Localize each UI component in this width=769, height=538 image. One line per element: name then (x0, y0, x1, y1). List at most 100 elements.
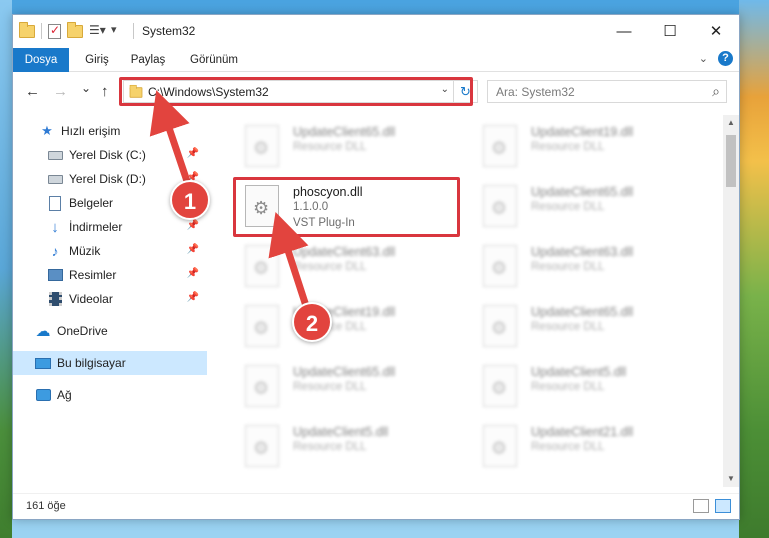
sidebar-item-network[interactable]: Ağ (13, 383, 207, 407)
music-icon: ♪ (51, 243, 59, 259)
list-item[interactable]: UpdateClient65.dll Resource DLL (233, 117, 463, 173)
tab-share[interactable]: Paylaş (123, 48, 173, 72)
sidebar-item-this-pc[interactable]: Bu bilgisayar (13, 351, 207, 375)
file-name: UpdateClient65.dll (531, 305, 634, 319)
sidebar-item-label: Müzik (69, 244, 101, 258)
sidebar-item-label: Videolar (69, 292, 113, 306)
file-type: Resource DLL (531, 141, 605, 153)
details-view-icon[interactable] (693, 499, 709, 513)
view-switcher (693, 499, 731, 513)
sidebar-item-disk-c[interactable]: Yerel Disk (C:) 📌 (13, 143, 207, 167)
explorer-window: ☰▾ ▾ System32 — ☐ ✕ Dosya Giriş Paylaş G… (12, 14, 740, 520)
download-icon: ↓ (51, 218, 59, 236)
list-item[interactable]: UpdateClient63.dll Resource DLL (471, 237, 701, 293)
pin-icon[interactable]: 📌 (187, 148, 199, 159)
divider (133, 23, 134, 39)
sidebar-item-pictures[interactable]: Resimler 📌 (13, 263, 207, 287)
customize-toolbar-icon[interactable]: ☰▾ (89, 23, 106, 39)
computer-icon (35, 355, 51, 371)
dll-file-icon (245, 305, 279, 347)
network-icon (35, 387, 51, 403)
dll-file-icon (245, 125, 279, 167)
tab-home[interactable]: Giriş (77, 48, 117, 72)
file-type: Resource DLL (293, 441, 367, 453)
tiles-view-icon[interactable] (715, 499, 731, 513)
sidebar-item-label: Hızlı erişim (61, 124, 121, 138)
sidebar-item-videos[interactable]: Videolar 📌 (13, 287, 207, 311)
sidebar-item-onedrive[interactable]: ☁ OneDrive (13, 319, 207, 343)
search-icon[interactable]: ⌕ (712, 83, 720, 100)
file-name: UpdateClient65.dll (293, 365, 396, 379)
pin-icon[interactable]: 📌 (187, 292, 199, 303)
desktop-background-right (739, 0, 769, 538)
file-type: Resource DLL (293, 261, 367, 273)
maximize-button[interactable]: ☐ (647, 15, 693, 47)
list-item[interactable]: UpdateClient5.dll Resource DLL (233, 417, 463, 473)
file-type: Resource DLL (531, 321, 605, 333)
star-icon: ★ (41, 123, 53, 138)
tab-file[interactable]: Dosya (13, 48, 69, 72)
expand-ribbon-icon[interactable]: ⌄ (699, 52, 708, 65)
pin-icon[interactable]: 📌 (187, 268, 199, 279)
cloud-icon: ☁ (35, 323, 51, 340)
pin-icon[interactable]: 📌 (187, 244, 199, 255)
sidebar-item-music[interactable]: ♪ Müzik 📌 (13, 239, 207, 263)
item-count: 161 öğe (26, 500, 66, 512)
sidebar-item-label: Resimler (69, 268, 117, 282)
tab-view[interactable]: Görünüm (183, 48, 245, 72)
status-bar: 161 öğe (13, 493, 739, 519)
file-name: UpdateClient65.dll (531, 185, 634, 199)
minimize-button[interactable]: — (601, 15, 647, 47)
file-type: Resource DLL (293, 141, 367, 153)
close-button[interactable]: ✕ (693, 15, 739, 47)
disk-icon (47, 147, 63, 163)
list-item[interactable]: UpdateClient19.dll Resource DLL (233, 297, 463, 353)
scrollbar-thumb[interactable] (726, 135, 736, 187)
scroll-up-icon[interactable]: ▲ (723, 115, 739, 131)
help-icon[interactable]: ? (718, 51, 733, 66)
dll-file-icon (483, 305, 517, 347)
step-badge-2: 2 (292, 302, 332, 342)
vertical-scrollbar[interactable]: ▲ ▼ (723, 115, 739, 487)
pin-icon[interactable]: 📌 (187, 220, 199, 231)
back-arrow-icon[interactable]: ← (25, 83, 40, 100)
recent-locations-icon[interactable]: ⌄ (81, 81, 91, 95)
new-folder-icon[interactable] (67, 21, 83, 38)
navigation-bar: ← → ⌄ ↑ C:\Windows\System32 ⌄ ↻ Ara: Sys… (13, 73, 739, 111)
search-input[interactable]: Ara: System32 (496, 85, 575, 99)
sidebar-item-quick-access[interactable]: ★ Hızlı erişim (13, 119, 207, 143)
sidebar-item-label: Ağ (57, 388, 72, 402)
forward-arrow-icon[interactable]: → (53, 83, 68, 100)
qat-dropdown-icon[interactable]: ▾ (111, 23, 127, 39)
list-item[interactable]: UpdateClient63.dll Resource DLL (233, 237, 463, 293)
file-name: UpdateClient21.dll (531, 425, 634, 439)
list-item[interactable]: UpdateClient65.dll Resource DLL (233, 357, 463, 413)
video-icon (47, 291, 63, 307)
file-type: Resource DLL (531, 261, 605, 273)
list-item[interactable]: UpdateClient5.dll Resource DLL (471, 357, 701, 413)
list-item[interactable]: UpdateClient21.dll Resource DLL (471, 417, 701, 473)
dll-file-icon (245, 425, 279, 467)
sidebar-item-downloads[interactable]: ↓ İndirmeler 📌 (13, 215, 207, 239)
file-list: UpdateClient65.dll Resource DLL phoscyon… (209, 115, 725, 487)
properties-icon[interactable] (48, 23, 61, 39)
file-highlight-box (233, 177, 460, 237)
navigation-pane: ★ Hızlı erişim Yerel Disk (C:) 📌 Yerel D… (13, 115, 207, 487)
dll-file-icon (483, 185, 517, 227)
quick-access-toolbar: ☰▾ ▾ System32 (19, 21, 195, 39)
folder-icon (19, 21, 35, 38)
document-icon (47, 195, 63, 211)
title-bar: ☰▾ ▾ System32 — ☐ ✕ (13, 15, 739, 47)
up-arrow-icon[interactable]: ↑ (101, 83, 109, 100)
list-item[interactable]: UpdateClient19.dll Resource DLL (471, 117, 701, 173)
sidebar-item-label: OneDrive (57, 324, 108, 338)
scroll-down-icon[interactable]: ▼ (723, 471, 739, 487)
divider (41, 23, 42, 39)
list-item[interactable]: UpdateClient65.dll Resource DLL (471, 177, 701, 233)
file-name: UpdateClient5.dll (293, 425, 389, 439)
ribbon-tabs: Dosya Giriş Paylaş Görünüm ⌄ ? (13, 48, 739, 72)
search-box[interactable]: Ara: System32 ⌕ (487, 80, 727, 103)
step-badge-1: 1 (170, 180, 210, 220)
file-type: Resource DLL (531, 201, 605, 213)
list-item[interactable]: UpdateClient65.dll Resource DLL (471, 297, 701, 353)
